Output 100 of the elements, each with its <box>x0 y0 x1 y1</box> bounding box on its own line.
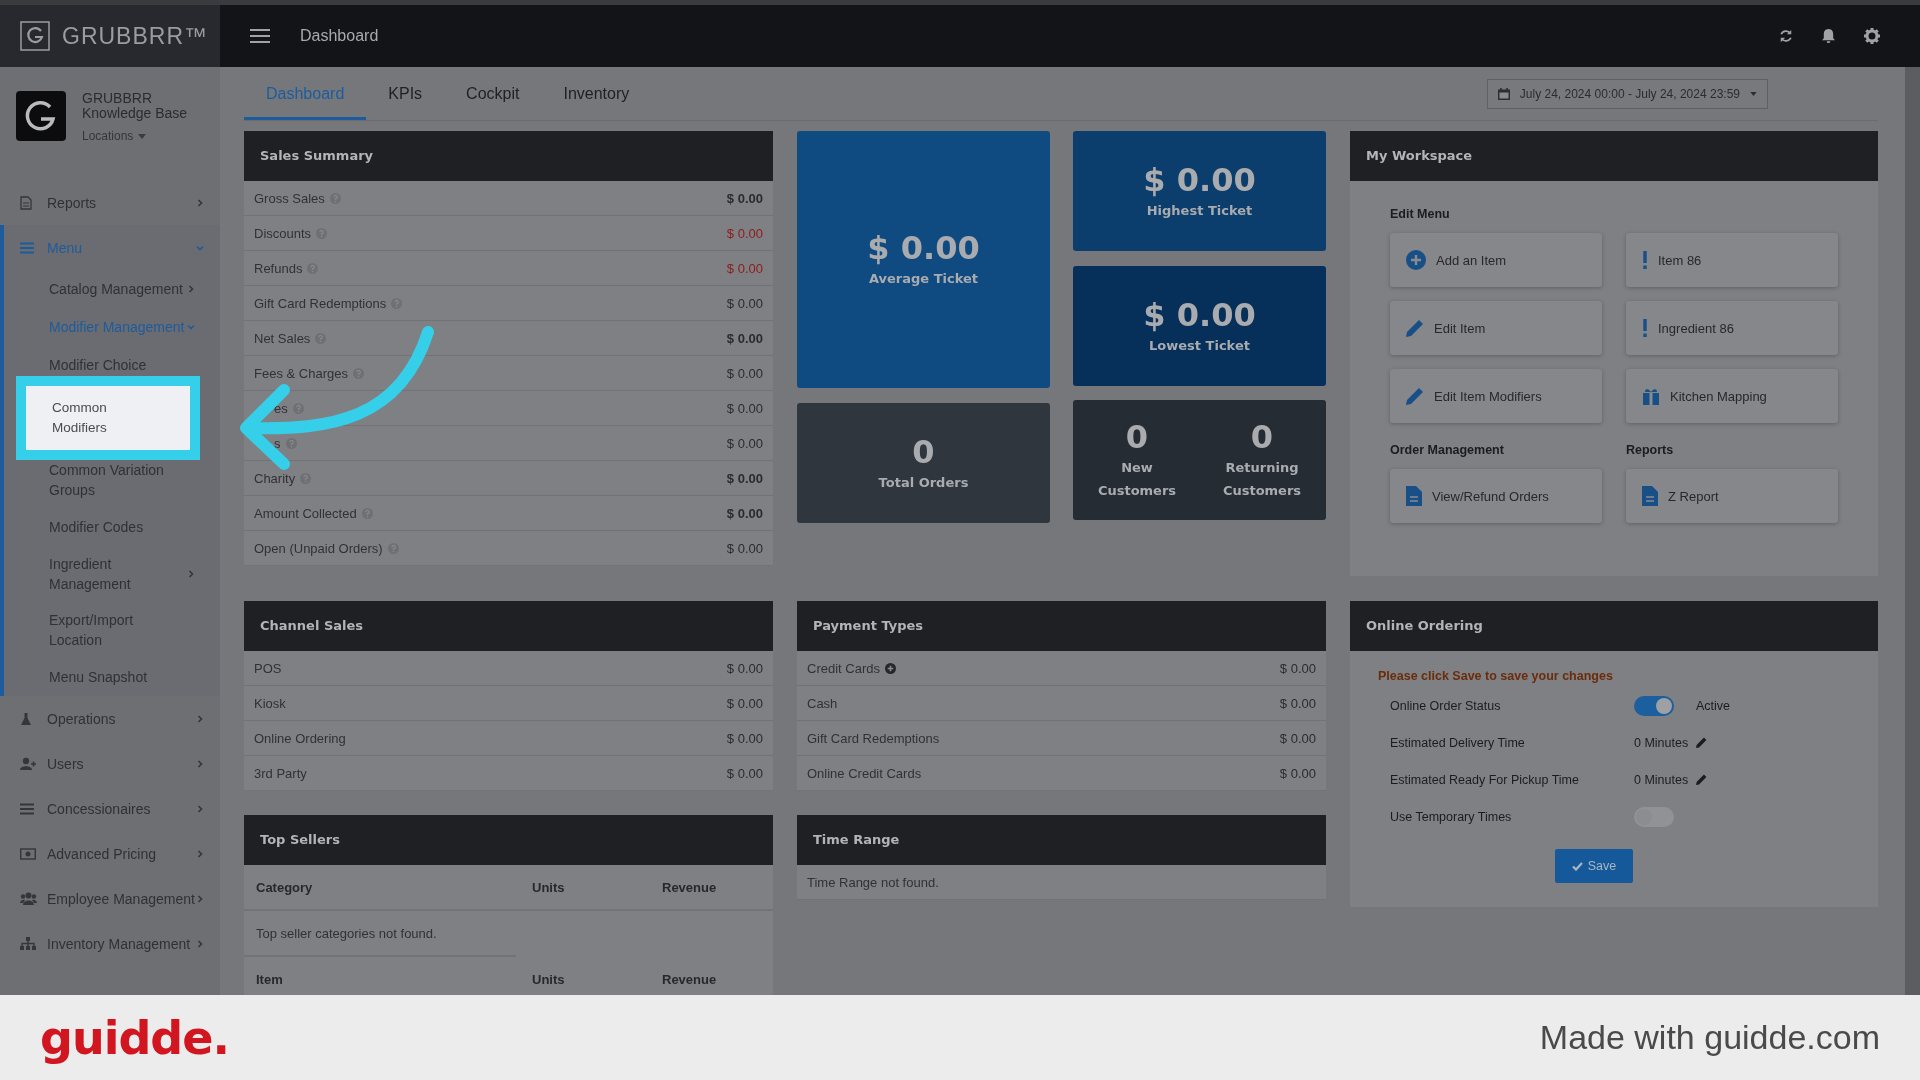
workspace-action-button[interactable]: View/Refund Orders <box>1390 469 1602 523</box>
sidebar-item[interactable]: Export/Import Location <box>4 602 220 658</box>
help-icon[interactable] <box>352 367 364 379</box>
row-label: Kiosk <box>254 695 286 711</box>
sidebar-item[interactable]: Catalog Management <box>4 270 220 308</box>
help-icon[interactable] <box>285 437 297 449</box>
stat-value: $ 0.00 <box>1143 295 1256 334</box>
workspace-action-button[interactable]: Item 86 <box>1626 233 1838 287</box>
date-range-picker[interactable]: July 24, 2024 00:00 - July 24, 2024 23:59 <box>1486 78 1768 109</box>
sidebar-item[interactable]: Concessionaires <box>0 786 220 831</box>
row-label: Gift Card Redemptions <box>807 730 940 746</box>
row-value: $ 0.00 <box>1279 730 1316 746</box>
help-icon[interactable] <box>307 262 319 274</box>
row-label: Gross Sales <box>254 190 325 206</box>
sidebar-item[interactable]: Advanced Pricing <box>0 831 220 876</box>
brand-name: GRUBBRR™ <box>62 22 208 50</box>
sidebar-item[interactable]: Modifier Codes <box>4 508 220 546</box>
stat-value: 0 <box>1125 418 1149 456</box>
row-value: $ 0.00 <box>726 400 763 416</box>
row-value: $ 0.00 <box>726 470 763 486</box>
panel-title: Online Ordering <box>1350 601 1878 651</box>
field-value: 0 Minutes <box>1634 772 1689 787</box>
toggle-switch[interactable] <box>1634 695 1674 716</box>
chevron-icon <box>187 570 195 578</box>
gift-box-icon <box>1642 387 1660 405</box>
row-label: Cash <box>807 695 838 711</box>
field-label: Estimated Delivery Time <box>1390 735 1526 750</box>
document-icon <box>1642 486 1658 506</box>
column-header: Revenue <box>662 879 717 895</box>
stat-value: $ 0.00 <box>1143 160 1256 199</box>
scrollbar[interactable] <box>1905 67 1920 995</box>
help-icon[interactable] <box>391 297 403 309</box>
tab[interactable]: Cockpit <box>444 67 542 120</box>
row-value: $ 0.00 <box>726 540 763 556</box>
workspace-action-button[interactable]: Edit Item Modifiers <box>1390 369 1602 423</box>
row-label: POS <box>254 660 282 676</box>
field-label: Online Order Status <box>1390 698 1502 713</box>
help-icon[interactable] <box>292 402 304 414</box>
hierarchy-icon <box>20 937 36 950</box>
pencil-icon <box>1406 319 1424 337</box>
row-label: Fees & Charges <box>254 365 348 381</box>
sidebar-item[interactable]: Ingredient Management <box>4 546 220 602</box>
sidebar-item[interactable]: Users <box>0 741 220 786</box>
sidebar-item[interactable]: Common Variation Groups <box>4 452 220 508</box>
sidebar-item[interactable]: Employee Management <box>0 876 220 921</box>
row-value: $ 0.00 <box>726 225 763 241</box>
footer-logo: guidde. <box>40 1010 229 1065</box>
column-header: Item <box>256 971 284 987</box>
sidebar-item[interactable]: Operations <box>0 696 220 741</box>
save-button[interactable]: Save <box>1554 849 1634 883</box>
workspace-action-button[interactable]: Edit Item <box>1390 301 1602 355</box>
stat-value: $ 0.00 <box>867 229 980 267</box>
flask-icon <box>20 711 32 726</box>
sidebar-item[interactable]: Menu Snapshot <box>4 658 220 696</box>
group-icon <box>20 892 37 905</box>
pencil-icon[interactable] <box>1696 737 1708 748</box>
section-title: Order Management <box>1390 443 1505 457</box>
help-icon[interactable] <box>387 542 399 554</box>
bell-icon[interactable] <box>1821 28 1836 44</box>
sidebar-item[interactable]: Modifier Choice <box>4 346 220 384</box>
locations-dropdown[interactable]: Locations <box>82 129 147 143</box>
account-name: GRUBBRR Knowledge Base <box>82 91 188 121</box>
sidebar-item[interactable]: Reports <box>0 180 220 225</box>
sidebar-item[interactable]: Inventory Management <box>0 921 220 966</box>
panel-title: Time Range <box>797 815 1326 865</box>
column-header: Units <box>532 971 566 987</box>
row-label: Refunds <box>254 260 303 276</box>
plus-circle-icon[interactable] <box>884 662 896 674</box>
empty-message: Top seller categories not found. <box>256 925 437 941</box>
workspace-action-button[interactable]: Z Report <box>1626 469 1838 523</box>
panel-title: My Workspace <box>1350 131 1878 181</box>
panel-title: Top Sellers <box>244 815 773 865</box>
tab[interactable]: Inventory <box>541 67 652 120</box>
row-label: Credit Cards <box>807 660 880 676</box>
row-value: $ 0.00 <box>726 190 763 206</box>
settings-icon[interactable] <box>1864 28 1880 44</box>
row-label: Online Ordering <box>254 730 346 746</box>
caret-icon <box>138 133 147 139</box>
menu-icon[interactable] <box>250 28 270 44</box>
tab[interactable]: KPIs <box>366 67 445 120</box>
column-header: Category <box>256 879 314 895</box>
row-value: $ 0.00 <box>1279 695 1316 711</box>
help-icon[interactable] <box>316 227 328 239</box>
help-icon[interactable] <box>361 507 373 519</box>
refresh-icon[interactable] <box>1779 29 1793 43</box>
workspace-action-button[interactable]: Add an Item <box>1390 233 1602 287</box>
pencil-icon <box>1406 387 1424 405</box>
pencil-icon[interactable] <box>1696 774 1708 785</box>
tab[interactable]: Dashboard <box>244 67 367 120</box>
row-value: $ 0.00 <box>1279 660 1316 676</box>
workspace-action-button[interactable]: Ingredient 86 <box>1626 301 1838 355</box>
help-icon[interactable] <box>300 472 312 484</box>
help-icon[interactable] <box>315 332 327 344</box>
caret-icon <box>1750 91 1757 96</box>
stat-label: Average Ticket <box>868 270 979 288</box>
row-label: Online Credit Cards <box>807 765 922 781</box>
help-icon[interactable] <box>329 192 341 204</box>
workspace-action-button[interactable]: Kitchen Mapping <box>1626 369 1838 423</box>
document-icon <box>20 195 32 210</box>
menu-icon <box>20 241 34 254</box>
